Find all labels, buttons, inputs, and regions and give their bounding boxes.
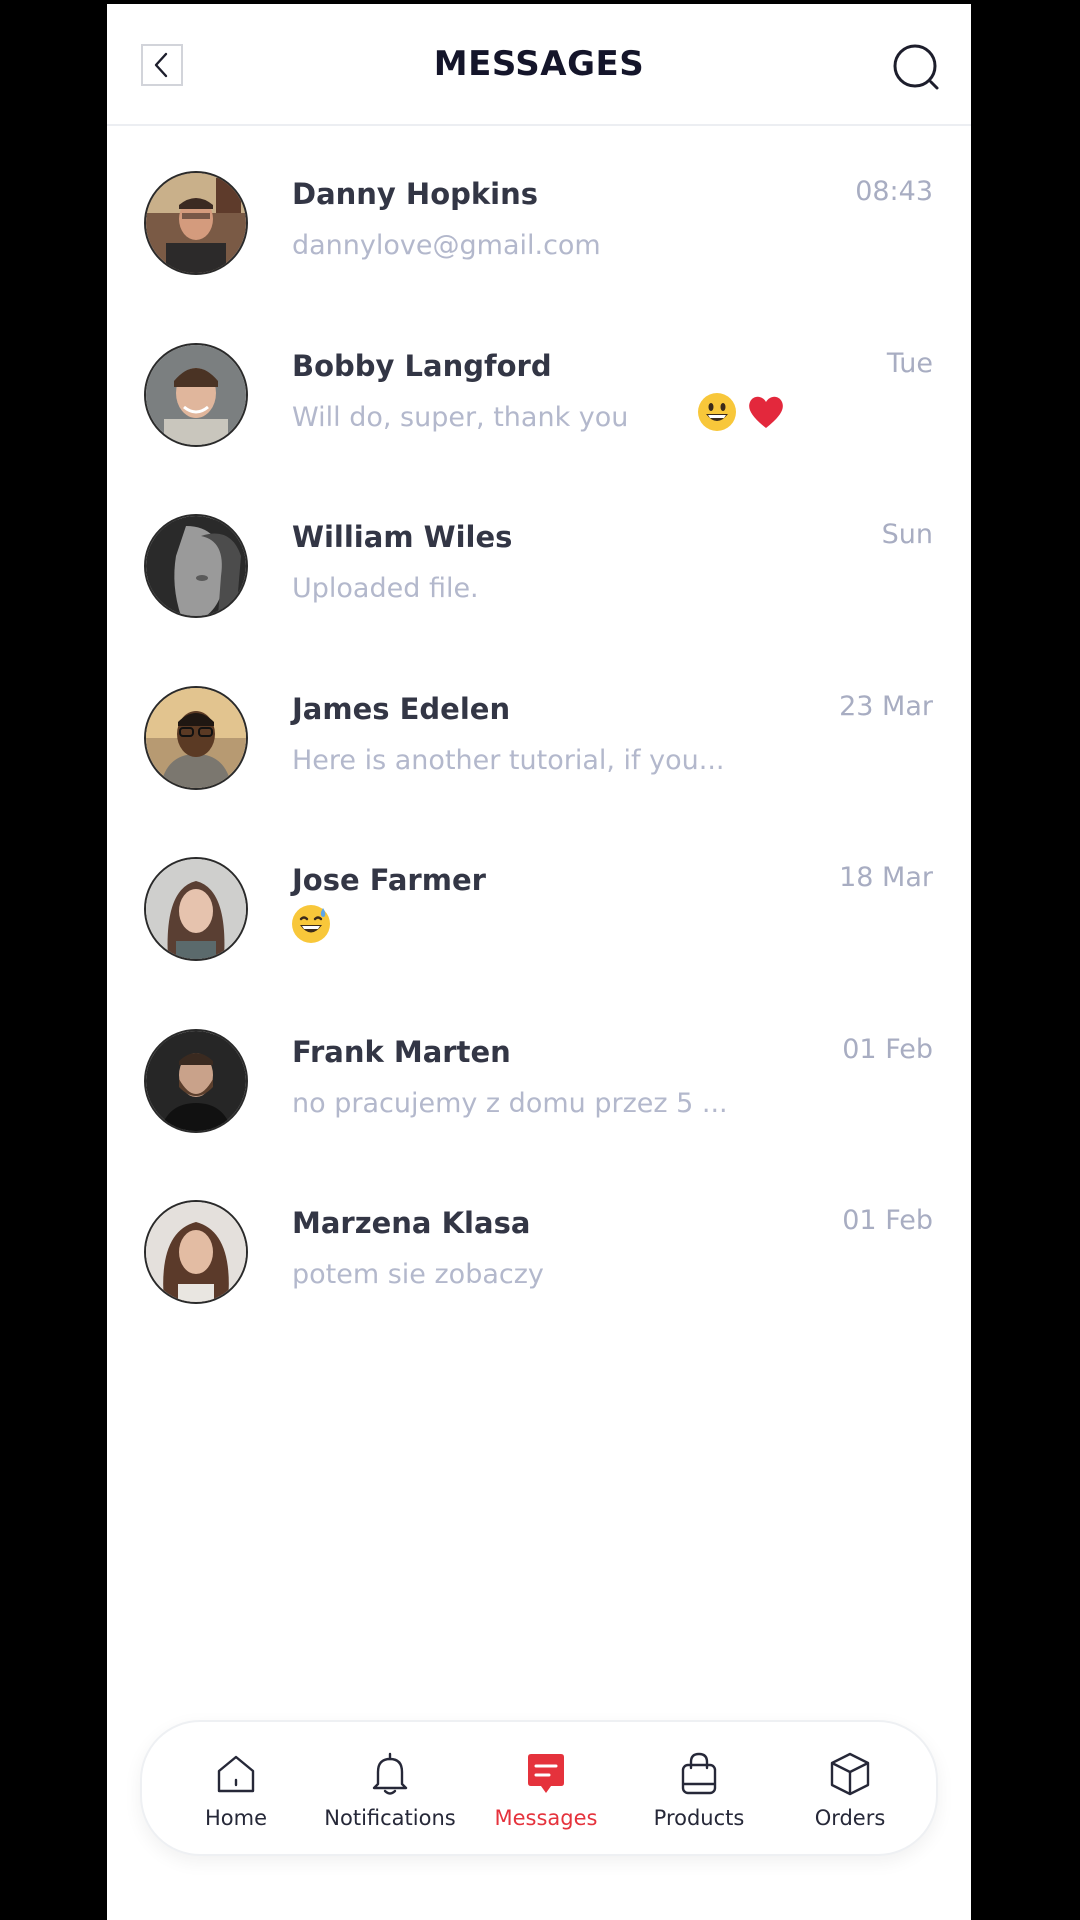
message-time: 23 Mar <box>839 690 933 722</box>
page-title: MESSAGES <box>433 44 645 84</box>
contact-name: Bobby Langford <box>292 348 552 383</box>
heart-icon <box>749 396 783 428</box>
bell-icon <box>372 1752 408 1795</box>
search-button[interactable] <box>891 42 943 94</box>
conversation-row[interactable]: William Wiles Sun Uploaded file. <box>107 469 971 641</box>
avatar <box>144 1028 248 1133</box>
contact-name: Marzena Klasa <box>292 1206 531 1240</box>
avatar <box>144 342 248 447</box>
avatar <box>144 857 248 961</box>
conversation-row[interactable]: Bobby Langford Tue Will do, super, thank… <box>107 298 971 470</box>
box-icon <box>830 1752 870 1796</box>
conversation-list: Danny Hopkins 08:43 dannylove@gmail.com … <box>107 126 971 1327</box>
tab-label: Notifications <box>324 1806 456 1830</box>
search-icon <box>893 44 939 90</box>
tab-label: Home <box>204 1806 267 1830</box>
message-time: 08:43 <box>855 176 933 207</box>
avatar <box>144 171 248 275</box>
contact-name: Jose Farmer <box>292 863 486 897</box>
home-icon <box>217 1755 255 1793</box>
message-preview: no pracujemy z domu przez 5 ... <box>292 1087 728 1119</box>
tab-notifications[interactable]: Notifications <box>312 1722 468 1858</box>
conversation-row[interactable]: Marzena Klasa 01 Feb potem sie zobaczy <box>107 1155 971 1327</box>
message-time: Sun <box>881 519 933 550</box>
message-preview: Uploaded file. <box>292 573 479 604</box>
contact-name: James Edelen <box>292 691 511 726</box>
message-time: 01 Feb <box>842 1033 933 1065</box>
avatar <box>144 685 248 790</box>
header: MESSAGES <box>107 4 971 126</box>
message-preview: Here is another tutorial, if you... <box>292 744 725 776</box>
avatar <box>144 514 248 618</box>
message-time: 18 Mar <box>839 862 933 893</box>
tab-label: Products <box>653 1806 745 1830</box>
tab-label: Orders <box>814 1806 886 1830</box>
conversation-row[interactable]: Frank Marten 01 Feb no pracujemy z domu … <box>107 984 971 1156</box>
message-preview: potem sie zobaczy <box>292 1259 544 1290</box>
contact-name: Danny Hopkins <box>292 177 539 211</box>
phone-screen: MESSAGES Danny Hopkins 08:43 dannylove@g… <box>107 4 971 1920</box>
message-preview: Will do, super, thank you <box>292 401 629 433</box>
tab-products[interactable]: Products <box>621 1722 777 1858</box>
bottom-tab-bar: Home Notifications Messages Products Ord… <box>140 1720 938 1856</box>
avatar <box>144 1200 248 1304</box>
conversation-row[interactable]: James Edelen 23 Mar Here is another tuto… <box>107 641 971 813</box>
bag-icon <box>681 1752 717 1795</box>
tab-orders[interactable]: Orders <box>772 1722 928 1858</box>
message-preview: dannylove@gmail.com <box>292 230 601 261</box>
tab-messages[interactable]: Messages <box>468 1722 624 1858</box>
grinning-face-icon <box>698 392 736 431</box>
chat-icon <box>528 1754 564 1793</box>
conversation-row[interactable]: Jose Farmer 18 Mar <box>107 812 971 984</box>
message-time: 01 Feb <box>842 1205 933 1236</box>
contact-name: William Wiles <box>292 520 513 554</box>
tab-label: Messages <box>494 1806 598 1830</box>
tab-home[interactable]: Home <box>158 1722 314 1858</box>
grinning-face-with-sweat-icon <box>292 905 330 943</box>
contact-name: Frank Marten <box>292 1034 511 1069</box>
conversation-row[interactable]: Danny Hopkins 08:43 dannylove@gmail.com <box>107 126 971 298</box>
message-time: Tue <box>886 347 933 379</box>
